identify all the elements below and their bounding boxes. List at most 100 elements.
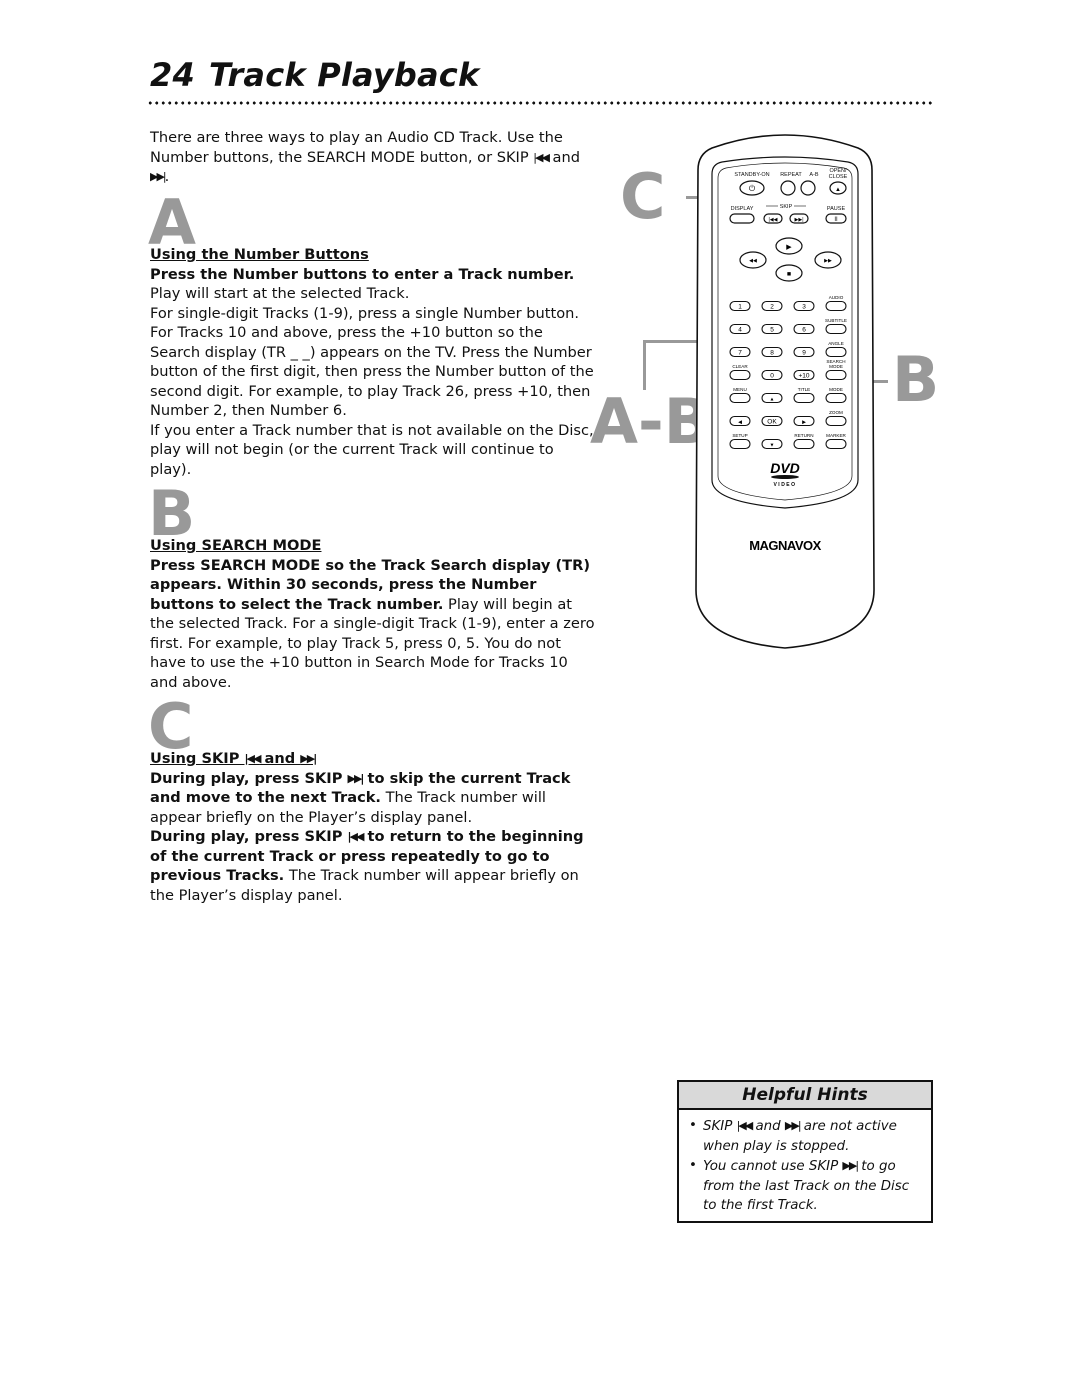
- section-c-heading: Using SKIP |◀◀ and ▶▶|: [150, 749, 595, 769]
- section-b-heading: Using SEARCH MODE: [150, 537, 322, 554]
- section-c-bold1-a: During play, press SKIP: [150, 769, 348, 787]
- angle-button: [825, 346, 847, 358]
- dvd-video-label: VIDEO: [773, 482, 796, 488]
- hint-item: You cannot use SKIP ▶▶| to go from the l…: [689, 1156, 921, 1216]
- callout-c: C: [620, 160, 666, 233]
- dvd-logo-disc: [771, 475, 799, 479]
- helpful-hints-box: Helpful Hints SKIP |◀◀ and ▶▶| are not a…: [677, 1080, 933, 1223]
- hint-text: You cannot use SKIP: [703, 1159, 843, 1174]
- eject-icon: ▲: [835, 187, 841, 193]
- key-label-ok: OK: [767, 418, 777, 425]
- key-label-n2: 2: [770, 303, 774, 310]
- display-button: [729, 213, 755, 224]
- repeat-button: [780, 180, 796, 196]
- intro-paragraph: There are three ways to play an Audio CD…: [150, 128, 590, 187]
- key-label-n9: 9: [802, 349, 806, 356]
- section-a-p1: Play will start at the selected Track.: [150, 285, 410, 302]
- mode-button: [825, 392, 847, 404]
- section-c-bold2-a: During play, press SKIP: [150, 828, 348, 845]
- label-skip: SKIP: [780, 204, 793, 210]
- hint-item: SKIP |◀◀ and ▶▶| are not active when pla…: [689, 1116, 921, 1156]
- subtitle-button: [825, 323, 847, 335]
- marker-button: [825, 438, 847, 450]
- key-label-n5: 5: [770, 326, 774, 333]
- label-search2: MODE: [829, 364, 843, 369]
- power-icon: ⏻: [749, 184, 756, 193]
- label-marker: MARKER: [826, 433, 846, 438]
- skip-forward-icon: ▶▶|: [300, 752, 317, 765]
- hint-text: SKIP: [703, 1119, 737, 1134]
- section-c-heading-and: and: [259, 750, 301, 767]
- clear-button: [729, 369, 751, 381]
- key-label-n6: 6: [802, 326, 806, 333]
- audio-button: [825, 300, 847, 312]
- label-setup: SETUP: [732, 433, 747, 438]
- intro-end: .: [164, 168, 170, 185]
- section-a-bold-lead: Press the Number buttons to enter a Trac…: [150, 265, 575, 283]
- intro-and: and: [547, 148, 581, 166]
- skip-forward-icon: ▶▶|: [150, 170, 167, 183]
- arrow-up-icon: ▲: [770, 396, 775, 402]
- label-repeat: REPEAT: [780, 172, 802, 178]
- pause-icon: II: [834, 217, 838, 223]
- fast-forward-icon: ▶▶: [824, 258, 832, 264]
- play-icon: ▶: [786, 244, 792, 251]
- arrow-right-icon: ▶: [802, 419, 806, 425]
- key-label-n3: 3: [802, 303, 806, 310]
- label-clear: CLEAR: [732, 364, 748, 369]
- label-subtitle: SUBTITLE: [825, 318, 847, 323]
- label-search: SEARCH: [826, 359, 845, 364]
- label-display: DISPLAY: [731, 206, 754, 212]
- page-title: 24 Track Playback: [150, 56, 479, 94]
- skip-forward-icon: ▶▶|: [347, 771, 365, 785]
- skip-forward-icon: ▶▶|: [784, 1119, 802, 1132]
- section-a-heading: Using the Number Buttons: [150, 246, 369, 263]
- ab-button: [800, 180, 816, 196]
- label-standby: STANDBY-ON: [734, 172, 769, 178]
- key-label-n0: 0: [770, 372, 774, 379]
- section-a: Using the Number Buttons Press the Numbe…: [150, 245, 595, 479]
- section-a-p3: If you enter a Track number that is not …: [150, 421, 594, 478]
- key-label-plus10: +10: [798, 372, 809, 379]
- key-label-n1: 1: [738, 303, 742, 310]
- search2-button: [825, 369, 847, 381]
- section-letter-a: A: [148, 186, 196, 259]
- label-zoom: ZOOM: [829, 410, 843, 415]
- menu-button: [729, 392, 751, 404]
- return-button: [793, 438, 815, 450]
- section-letter-b: B: [148, 477, 196, 550]
- page-number: 24: [150, 56, 195, 94]
- label-angle: ANGLE: [828, 341, 844, 346]
- label-title: TITLE: [798, 387, 811, 392]
- intro-text: There are three ways to play an Audio CD…: [150, 129, 563, 166]
- callout-b: B: [892, 343, 940, 416]
- page-title-text: Track Playback: [208, 56, 480, 94]
- label-audio: AUDIO: [829, 295, 844, 300]
- hint-text: and: [751, 1119, 785, 1134]
- section-c-heading-text: Using SKIP: [150, 750, 245, 767]
- remote-control-illustration: STANDBY-ON REPEAT A-B OPEN/ CLOSE ⏻ ▲ DI…: [695, 134, 875, 649]
- zoom-button: [825, 415, 847, 427]
- label-pause: PAUSE: [827, 206, 846, 212]
- label-close: CLOSE: [829, 174, 848, 180]
- skip-back-icon: |◀◀: [347, 830, 365, 843]
- setup-button: [729, 438, 751, 450]
- skip-back-icon: |◀◀: [533, 150, 550, 164]
- stop-icon: ■: [787, 271, 791, 278]
- brand-logo: MAGNAVOX: [749, 538, 821, 553]
- helpful-hints-title: Helpful Hints: [679, 1082, 931, 1110]
- skip-back-icon: |◀◀: [736, 1119, 754, 1132]
- title-button: [793, 392, 815, 404]
- rewind-icon: ◀◀: [749, 258, 757, 264]
- key-label-n8: 8: [770, 349, 774, 356]
- label-return: RETURN: [794, 433, 813, 438]
- label-mode: MODE: [829, 387, 843, 392]
- section-b: Using SEARCH MODE Press SEARCH MODE so t…: [150, 536, 595, 692]
- section-a-p2: For single-digit Tracks (1-9), press a s…: [150, 304, 594, 420]
- label-menu: MENU: [733, 387, 747, 392]
- skip-forward-icon: ▶▶|: [842, 1159, 859, 1172]
- arrow-down-icon: ▼: [770, 442, 775, 448]
- skip-forward-icon: ▶▶|: [795, 217, 804, 223]
- section-c: Using SKIP |◀◀ and ▶▶| During play, pres…: [150, 749, 595, 905]
- skip-back-icon: |◀◀: [244, 752, 261, 765]
